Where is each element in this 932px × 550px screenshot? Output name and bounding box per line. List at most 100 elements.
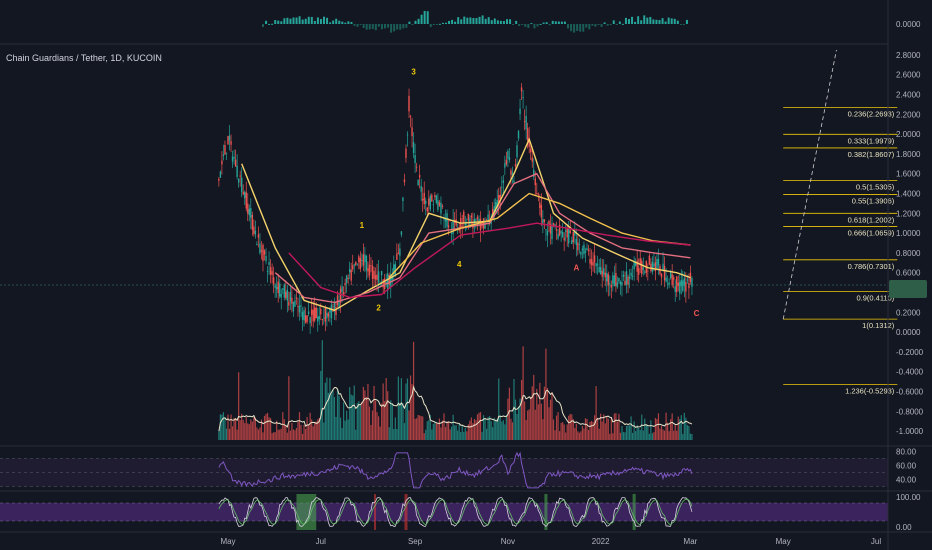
volume-bar bbox=[590, 420, 593, 440]
volume-bar bbox=[320, 370, 322, 440]
volume-bar bbox=[633, 421, 635, 440]
candle-body bbox=[266, 271, 269, 273]
candle-body bbox=[587, 249, 590, 251]
volume-bar bbox=[522, 346, 524, 440]
volume-bar bbox=[475, 420, 477, 440]
volume-bar bbox=[385, 378, 387, 440]
oscillator-bar bbox=[545, 22, 548, 24]
candle-body bbox=[624, 280, 626, 285]
candle-body bbox=[583, 244, 585, 255]
candle-body bbox=[569, 230, 571, 234]
volume-bar bbox=[222, 412, 225, 440]
volume-bar bbox=[560, 422, 562, 440]
oscillator-bar bbox=[374, 24, 377, 31]
volume-bar bbox=[368, 406, 371, 440]
candle-body bbox=[666, 283, 669, 285]
candle-body bbox=[619, 281, 622, 285]
candle-body bbox=[644, 271, 646, 273]
volume-bar bbox=[338, 395, 340, 440]
volume-bar bbox=[660, 425, 663, 440]
volume-bar bbox=[437, 423, 439, 440]
volume-bar bbox=[662, 429, 664, 440]
volume-bar bbox=[514, 399, 517, 440]
candle-body bbox=[420, 185, 422, 192]
candle-body bbox=[239, 175, 241, 177]
volume-bar bbox=[400, 378, 403, 440]
volume-bar bbox=[565, 432, 567, 440]
volume-bar bbox=[359, 405, 361, 440]
volume-bar bbox=[530, 396, 532, 440]
candle-body bbox=[253, 226, 255, 234]
volume-bar bbox=[552, 419, 555, 440]
volume-bar bbox=[645, 424, 647, 440]
volume-bar bbox=[659, 428, 661, 440]
volume-bar bbox=[365, 396, 368, 440]
candle-body bbox=[218, 178, 220, 181]
volume-bar bbox=[683, 412, 685, 440]
oscillator-bar bbox=[359, 24, 362, 25]
oscillator-bar bbox=[618, 21, 621, 24]
volume-bar bbox=[324, 382, 326, 440]
volume-bar bbox=[371, 410, 374, 440]
volume-bar bbox=[496, 419, 498, 440]
volume-bar bbox=[507, 398, 509, 440]
volume-bar bbox=[498, 378, 500, 440]
candle-body bbox=[429, 196, 432, 210]
candle-body bbox=[409, 115, 412, 117]
candle-body bbox=[271, 271, 273, 276]
oscillator-bar bbox=[606, 24, 609, 26]
volume-bar bbox=[651, 433, 653, 440]
oscillator-bar bbox=[329, 22, 332, 24]
volume-bar bbox=[350, 394, 352, 440]
volume-bar bbox=[674, 424, 676, 440]
volume-bar bbox=[680, 415, 682, 440]
candle-body bbox=[288, 301, 290, 306]
oscillator-bar bbox=[646, 17, 649, 24]
candle-body bbox=[387, 273, 389, 291]
price-tick-label: 2.2000 bbox=[896, 110, 921, 119]
oscillator-bar bbox=[624, 17, 627, 24]
volume-bar bbox=[676, 430, 678, 440]
volume-bar bbox=[454, 425, 456, 440]
candle-body bbox=[688, 283, 690, 289]
candle-body bbox=[680, 280, 682, 287]
volume-bar bbox=[551, 392, 553, 440]
oscillator-bar bbox=[670, 18, 673, 24]
rsi-tick-label: 60.00 bbox=[896, 462, 917, 471]
candle-body bbox=[507, 150, 509, 159]
wave-label: 2 bbox=[376, 303, 381, 312]
candle-body bbox=[514, 164, 517, 167]
volume-bar bbox=[379, 426, 381, 440]
oscillator-bar bbox=[368, 24, 371, 30]
volume-bar bbox=[504, 424, 506, 440]
volume-bar bbox=[592, 421, 594, 440]
volume-bar bbox=[444, 427, 447, 440]
volume-bar bbox=[233, 417, 235, 440]
price-tick-label: 1.4000 bbox=[896, 190, 921, 199]
candle-body bbox=[300, 305, 302, 307]
candle-body bbox=[277, 281, 279, 294]
stoch-tick-label: 0.00 bbox=[896, 523, 912, 532]
volume-bar bbox=[312, 426, 314, 440]
volume-bar bbox=[315, 421, 317, 440]
last-price-tag bbox=[889, 280, 927, 298]
time-tick-label: Sep bbox=[408, 537, 423, 546]
volume-bar bbox=[330, 394, 333, 440]
candle-body bbox=[554, 224, 556, 226]
volume-bar bbox=[524, 401, 526, 440]
candle-body bbox=[437, 200, 439, 210]
volume-bar bbox=[397, 376, 399, 440]
volume-bar bbox=[540, 403, 542, 440]
oscillator-bar bbox=[649, 16, 652, 24]
candle-body bbox=[638, 268, 640, 275]
oscillator-bar bbox=[332, 20, 335, 24]
candle-body bbox=[566, 228, 568, 238]
trading-chart[interactable]: 0.0000 0.236(2.2693)0.333(1.9979)0.382(1… bbox=[0, 0, 932, 550]
volume-bar bbox=[449, 429, 451, 440]
volume-bar bbox=[485, 428, 488, 440]
volume-bar bbox=[557, 412, 559, 440]
candle-body bbox=[262, 244, 264, 262]
stoch-band bbox=[0, 503, 888, 521]
time-tick-label: May bbox=[776, 537, 791, 546]
candle-body bbox=[475, 219, 477, 221]
